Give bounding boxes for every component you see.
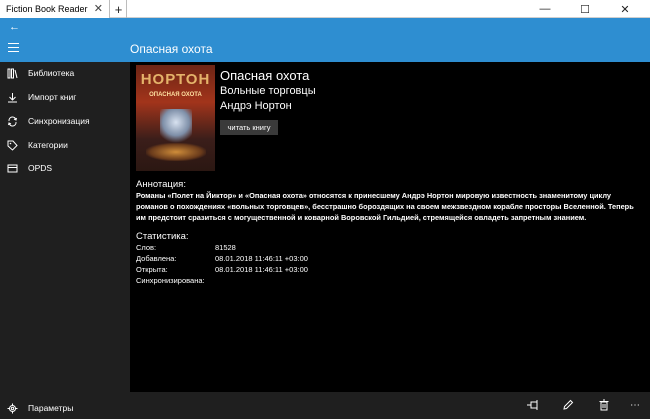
sidebar-item-label: Импорт книг <box>28 92 77 102</box>
browser-tab[interactable]: Fiction Book Reader ✕ <box>0 0 110 18</box>
minimize-button[interactable]: — <box>530 0 560 18</box>
cover-subtitle: ОПАСНАЯ ОХОТА <box>149 92 202 98</box>
settings-label: Параметры <box>28 403 74 413</box>
annotation-text: Романы «Полет на Йиктор» и «Опасная охот… <box>136 191 634 222</box>
close-window-button[interactable]: ✕ <box>610 0 640 18</box>
sidebar-item-sync[interactable]: Синхронизация <box>0 110 130 132</box>
book-title: Опасная охота <box>220 68 310 83</box>
hamburger-menu-icon[interactable] <box>8 43 19 52</box>
sync-icon <box>6 115 18 127</box>
tab-close-icon[interactable]: ✕ <box>94 2 103 15</box>
tab-title: Fiction Book Reader <box>6 4 88 14</box>
app-header <box>0 18 650 62</box>
cover-title: НОРТОН <box>140 71 211 88</box>
sidebar-item-label: OPDS <box>28 163 53 173</box>
new-tab-button[interactable]: + <box>111 0 127 18</box>
sidebar-item-settings[interactable]: Параметры <box>0 398 130 418</box>
book-series: Вольные торговцы <box>220 85 316 97</box>
title-bar: Fiction Book Reader ✕ + — ☐ ✕ <box>0 0 650 18</box>
sidebar-item-categories[interactable]: Категории <box>0 134 130 156</box>
page-title: Опасная охота <box>130 42 213 56</box>
pin-icon[interactable] <box>526 398 540 412</box>
annotation-heading: Аннотация: <box>136 179 186 190</box>
read-book-button[interactable]: читать книгу <box>220 120 278 135</box>
more-icon[interactable]: ⋯ <box>628 398 642 412</box>
sidebar-item-label: Библиотека <box>28 68 75 78</box>
book-author: Андрэ Нортон <box>220 100 292 112</box>
stat-label-added: Добавлена: <box>136 254 177 263</box>
trash-icon[interactable] <box>597 398 611 412</box>
stat-label-words: Слов: <box>136 243 157 252</box>
sidebar-item-opds[interactable]: OPDS <box>0 157 130 179</box>
back-arrow-icon[interactable]: ← <box>9 21 20 33</box>
sidebar-item-library[interactable]: Библиотека <box>0 62 130 84</box>
opds-icon <box>6 162 18 174</box>
tag-icon <box>6 139 18 151</box>
sidebar-item-label: Синхронизация <box>28 116 90 126</box>
pencil-icon[interactable] <box>561 398 575 412</box>
sidebar-item-label: Категории <box>28 140 68 150</box>
stat-value-opened: 08.01.2018 11:46:11 +03:00 <box>215 265 308 274</box>
sidebar-item-import[interactable]: Импорт книг <box>0 86 130 108</box>
book-cover: НОРТОН ОПАСНАЯ ОХОТА <box>136 65 215 171</box>
statistics-heading: Статистика: <box>136 231 189 242</box>
gear-icon <box>6 402 18 414</box>
cover-spaceship <box>146 143 206 161</box>
library-icon <box>6 67 18 79</box>
download-icon <box>6 91 18 103</box>
cover-figure <box>160 109 192 147</box>
stat-value-words: 81528 <box>215 243 236 252</box>
stat-label-opened: Открыта: <box>136 265 168 274</box>
stat-label-synced: Синхронизирована: <box>136 276 205 285</box>
maximize-button[interactable]: ☐ <box>570 0 600 18</box>
stat-value-added: 08.01.2018 11:46:11 +03:00 <box>215 254 308 263</box>
